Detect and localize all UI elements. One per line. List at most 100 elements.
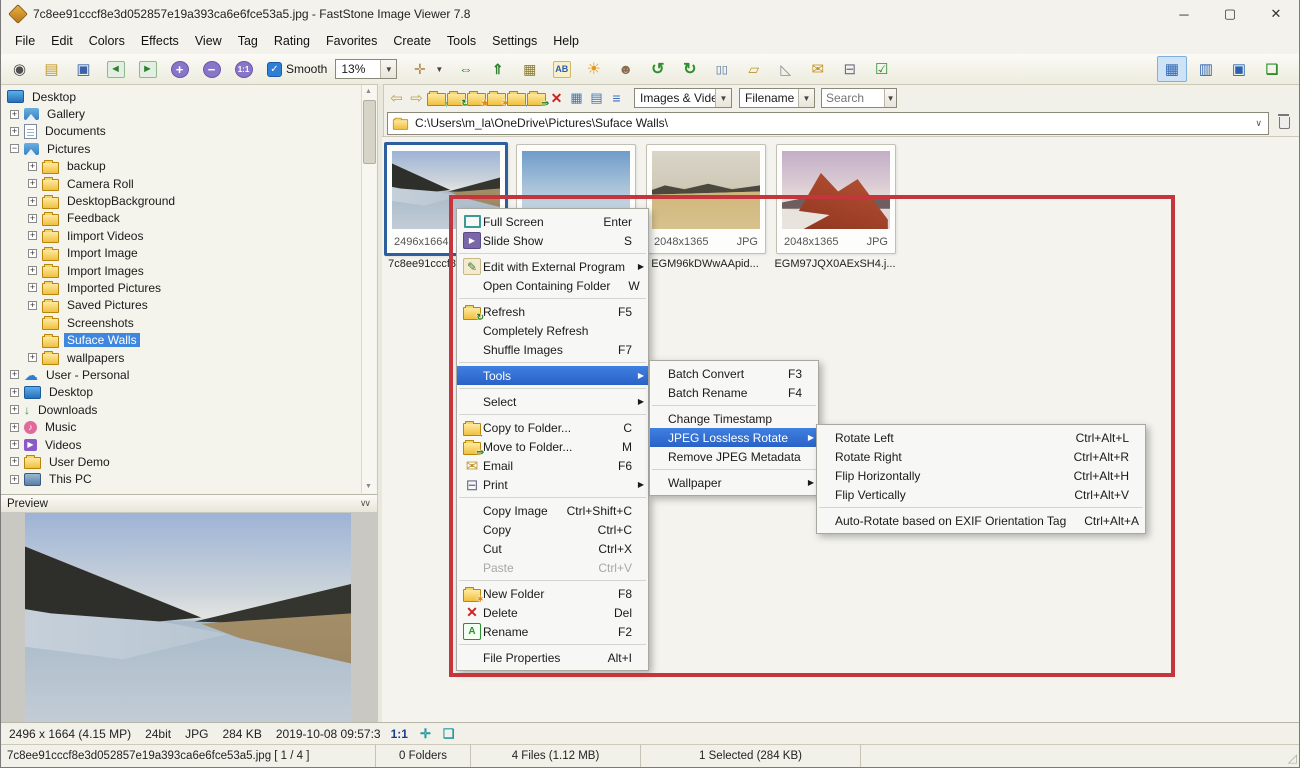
tree-item-user-demo[interactable]: +User Demo <box>1 453 377 470</box>
tree-item-imported-pictures[interactable]: +Imported Pictures <box>1 279 377 296</box>
folder-move-icon[interactable]: ⇒ <box>527 86 546 110</box>
expand-toggle-icon[interactable]: + <box>28 197 37 206</box>
tree-scrollbar[interactable]: ▲ ▼ <box>361 85 376 493</box>
search-input[interactable] <box>822 91 884 105</box>
tree-item-suface-walls[interactable]: Suface Walls <box>1 331 377 348</box>
expand-toggle-icon[interactable]: + <box>10 423 19 432</box>
expand-toggle-icon[interactable]: + <box>28 179 37 188</box>
expand-toggle-icon[interactable]: + <box>28 353 37 362</box>
tree-item-documents[interactable]: +Documents <box>1 123 377 140</box>
tree-item-iimport-videos[interactable]: +Iimport Videos <box>1 227 377 244</box>
menu-tools[interactable]: Tools <box>439 31 484 51</box>
tree-item-user-personal[interactable]: +☁User - Personal <box>1 366 377 383</box>
expand-toggle-icon[interactable]: + <box>10 110 19 119</box>
minimize-button[interactable]: ─ <box>1161 0 1207 28</box>
tree-item-downloads[interactable]: +↓Downloads <box>1 401 377 418</box>
menu-edit[interactable]: Edit <box>43 31 81 51</box>
colors-icon[interactable]: ☀ <box>581 57 606 81</box>
options-icon[interactable]: ☑ <box>869 57 894 81</box>
tree-item-videos[interactable]: +▶Videos <box>1 436 377 453</box>
tree-item-this-pc[interactable]: +This PC <box>1 471 377 488</box>
view-thumb-preview-icon[interactable]: ▥ <box>1192 57 1220 81</box>
hand-icon[interactable]: ✛ <box>407 57 432 81</box>
menu-create[interactable]: Create <box>385 31 439 51</box>
view-list-icon[interactable]: ≡ <box>607 86 626 110</box>
view-detail-icon[interactable]: ▤ <box>587 86 606 110</box>
filter-combo-arrow-icon[interactable]: ▼ <box>715 89 731 107</box>
expand-toggle-icon[interactable]: + <box>10 388 19 397</box>
close-button[interactable]: ✕ <box>1253 0 1299 28</box>
rotate-right-icon[interactable]: ↻ <box>677 57 702 81</box>
save-icon[interactable]: ▣ <box>71 57 96 81</box>
folder-refresh-icon[interactable]: ↻ <box>447 86 466 110</box>
tree-item-import-images[interactable]: +Import Images <box>1 262 377 279</box>
crop-icon[interactable]: ▦ <box>517 57 542 81</box>
folder-up-icon[interactable]: ↑ <box>427 86 446 110</box>
image-up-icon[interactable]: ⇑ <box>485 57 510 81</box>
acquire-icon[interactable]: ◉ <box>7 57 32 81</box>
folder-favorites-icon[interactable]: ★ <box>467 86 486 110</box>
expand-toggle-icon[interactable]: + <box>10 475 19 484</box>
filter-combo[interactable]: Images & Videos ▼ <box>634 88 732 108</box>
print-icon[interactable]: ⊟ <box>837 57 862 81</box>
maximize-button[interactable]: ▢ <box>1207 0 1253 28</box>
email-icon[interactable]: ✉ <box>805 57 830 81</box>
expand-toggle-icon[interactable]: + <box>28 301 37 310</box>
scroll-up-icon[interactable]: ▲ <box>362 85 375 98</box>
back-icon[interactable]: ⇦ <box>387 86 406 110</box>
tree-item-desktop[interactable]: +Desktop <box>1 384 377 401</box>
scan-icon[interactable]: ◺ <box>773 57 798 81</box>
tree-item-wallpapers[interactable]: +wallpapers <box>1 349 377 366</box>
menu-settings[interactable]: Settings <box>484 31 545 51</box>
hand-dropdown-icon[interactable]: ▼ <box>435 65 443 74</box>
menu-effects[interactable]: Effects <box>133 31 187 51</box>
preview-collapse-icon[interactable]: ∨∨ <box>360 498 369 509</box>
expand-toggle-icon[interactable]: + <box>28 249 37 258</box>
view-grid-icon[interactable]: ▦ <box>567 86 586 110</box>
expand-toggle-icon[interactable]: + <box>28 283 37 292</box>
pan-icon[interactable]: ✛ <box>420 726 431 742</box>
zoom-combo[interactable]: 13% ▼ <box>335 59 397 79</box>
expand-toggle-icon[interactable]: + <box>28 266 37 275</box>
tree-item-screenshots[interactable]: Screenshots <box>1 314 377 331</box>
tree-item-music[interactable]: +♪Music <box>1 418 377 435</box>
rename-ab-icon[interactable]: AB <box>549 57 574 81</box>
menu-tag[interactable]: Tag <box>230 31 266 51</box>
address-dropdown-icon[interactable]: ∨ <box>1249 118 1268 129</box>
zoom-combo-arrow-icon[interactable]: ▼ <box>380 60 396 78</box>
expand-toggle-icon[interactable]: + <box>10 457 19 466</box>
view-image-icon[interactable]: ▣ <box>1225 57 1253 81</box>
tree-item-backup[interactable]: +backup <box>1 158 377 175</box>
next-icon[interactable]: ► <box>135 57 160 81</box>
expand-toggle-icon[interactable]: + <box>28 214 37 223</box>
view-thumbs-icon[interactable]: ▦ <box>1157 56 1187 82</box>
tree-item-pictures[interactable]: −Pictures <box>1 140 377 157</box>
tree-item-import-image[interactable]: +Import Image <box>1 245 377 262</box>
zoom-in-icon[interactable]: + <box>167 57 192 81</box>
actual-size-icon[interactable]: 1:1 <box>231 57 256 81</box>
previous-icon[interactable]: ◄ <box>103 57 128 81</box>
menu-file[interactable]: File <box>7 31 43 51</box>
sort-combo[interactable]: Filename ▼ <box>739 88 815 108</box>
rotate-left-icon[interactable]: ↺ <box>645 57 670 81</box>
menu-favorites[interactable]: Favorites <box>318 31 385 51</box>
search-box[interactable]: ▼ <box>821 88 897 108</box>
open-icon[interactable]: ▤ <box>39 57 64 81</box>
compare-icon[interactable]: ▯▯ <box>709 57 734 81</box>
menu-rating[interactable]: Rating <box>266 31 318 51</box>
resize-icon[interactable]: ⇔ <box>453 57 478 81</box>
menu-view[interactable]: View <box>187 31 230 51</box>
expand-toggle-icon[interactable]: + <box>10 127 19 136</box>
scrollbar-thumb[interactable] <box>363 100 376 164</box>
folder-new-icon[interactable]: ✶ <box>487 86 506 110</box>
fit-window-icon[interactable]: ❏ <box>443 726 455 742</box>
expand-toggle-icon[interactable]: + <box>10 370 19 379</box>
sort-combo-arrow-icon[interactable]: ▼ <box>798 89 814 107</box>
search-combo-arrow-icon[interactable]: ▼ <box>884 89 896 107</box>
clear-history-button[interactable] <box>1273 113 1295 134</box>
smooth-checkbox[interactable]: ✓ Smooth <box>267 62 327 77</box>
expand-toggle-icon[interactable]: + <box>10 405 19 414</box>
fullscreen-icon[interactable]: ❏ <box>1258 57 1286 81</box>
expand-toggle-icon[interactable]: + <box>28 231 37 240</box>
tree-item-desktop[interactable]: Desktop <box>1 88 377 105</box>
